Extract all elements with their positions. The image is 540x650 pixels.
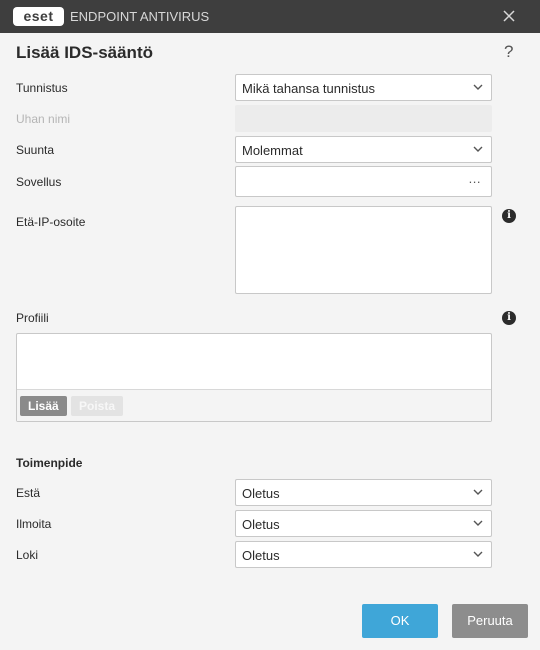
application-input[interactable]: ...	[235, 166, 492, 197]
add-profile-button[interactable]: Lisää	[20, 396, 67, 416]
profile-label: Profiili	[16, 311, 49, 325]
log-select[interactable]: Oletus	[235, 541, 492, 568]
info-icon[interactable]: i	[502, 209, 516, 223]
remote-ip-textarea[interactable]	[235, 206, 492, 294]
eset-logo: eset	[13, 7, 64, 26]
notify-label: Ilmoita	[16, 517, 52, 531]
detection-label: Tunnistus	[16, 81, 68, 95]
log-label: Loki	[16, 548, 39, 562]
remove-profile-button: Poista	[71, 396, 124, 416]
direction-select[interactable]: Molemmat	[235, 136, 492, 163]
brand-logo-text: eset	[23, 8, 54, 24]
action-section-title: Toimenpide	[16, 456, 83, 470]
profile-list[interactable]: Lisää Poista	[16, 333, 492, 422]
direction-label: Suunta	[16, 143, 55, 157]
title-bar: eset ENDPOINT ANTIVIRUS	[0, 0, 540, 33]
profile-toolbar: Lisää Poista	[17, 389, 491, 421]
notify-value: Oletus	[242, 517, 280, 532]
chevron-down-icon	[473, 489, 483, 495]
product-name: ENDPOINT ANTIVIRUS	[70, 9, 210, 24]
chevron-down-icon	[473, 84, 483, 90]
dialog-title: Lisää IDS-sääntö	[16, 43, 153, 62]
cancel-button[interactable]: Peruuta	[452, 604, 528, 638]
threat-name-input	[235, 105, 492, 132]
direction-value: Molemmat	[242, 143, 303, 158]
browse-button[interactable]: ...	[469, 171, 481, 186]
notify-select[interactable]: Oletus	[235, 510, 492, 537]
threat-name-label: Uhan nimi	[16, 112, 71, 126]
detection-value: Mikä tahansa tunnistus	[242, 81, 375, 96]
log-value: Oletus	[242, 548, 280, 563]
block-value: Oletus	[242, 486, 280, 501]
help-icon[interactable]: ?	[504, 42, 513, 62]
block-select[interactable]: Oletus	[235, 479, 492, 506]
ok-button[interactable]: OK	[362, 604, 438, 638]
detection-select[interactable]: Mikä tahansa tunnistus	[235, 74, 492, 101]
application-label: Sovellus	[16, 175, 62, 189]
block-label: Estä	[16, 486, 41, 500]
close-icon[interactable]	[500, 7, 518, 25]
chevron-down-icon	[473, 146, 483, 152]
chevron-down-icon	[473, 551, 483, 557]
info-icon[interactable]: i	[502, 311, 516, 325]
remote-ip-label: Etä-IP-osoite	[16, 215, 86, 229]
chevron-down-icon	[473, 520, 483, 526]
